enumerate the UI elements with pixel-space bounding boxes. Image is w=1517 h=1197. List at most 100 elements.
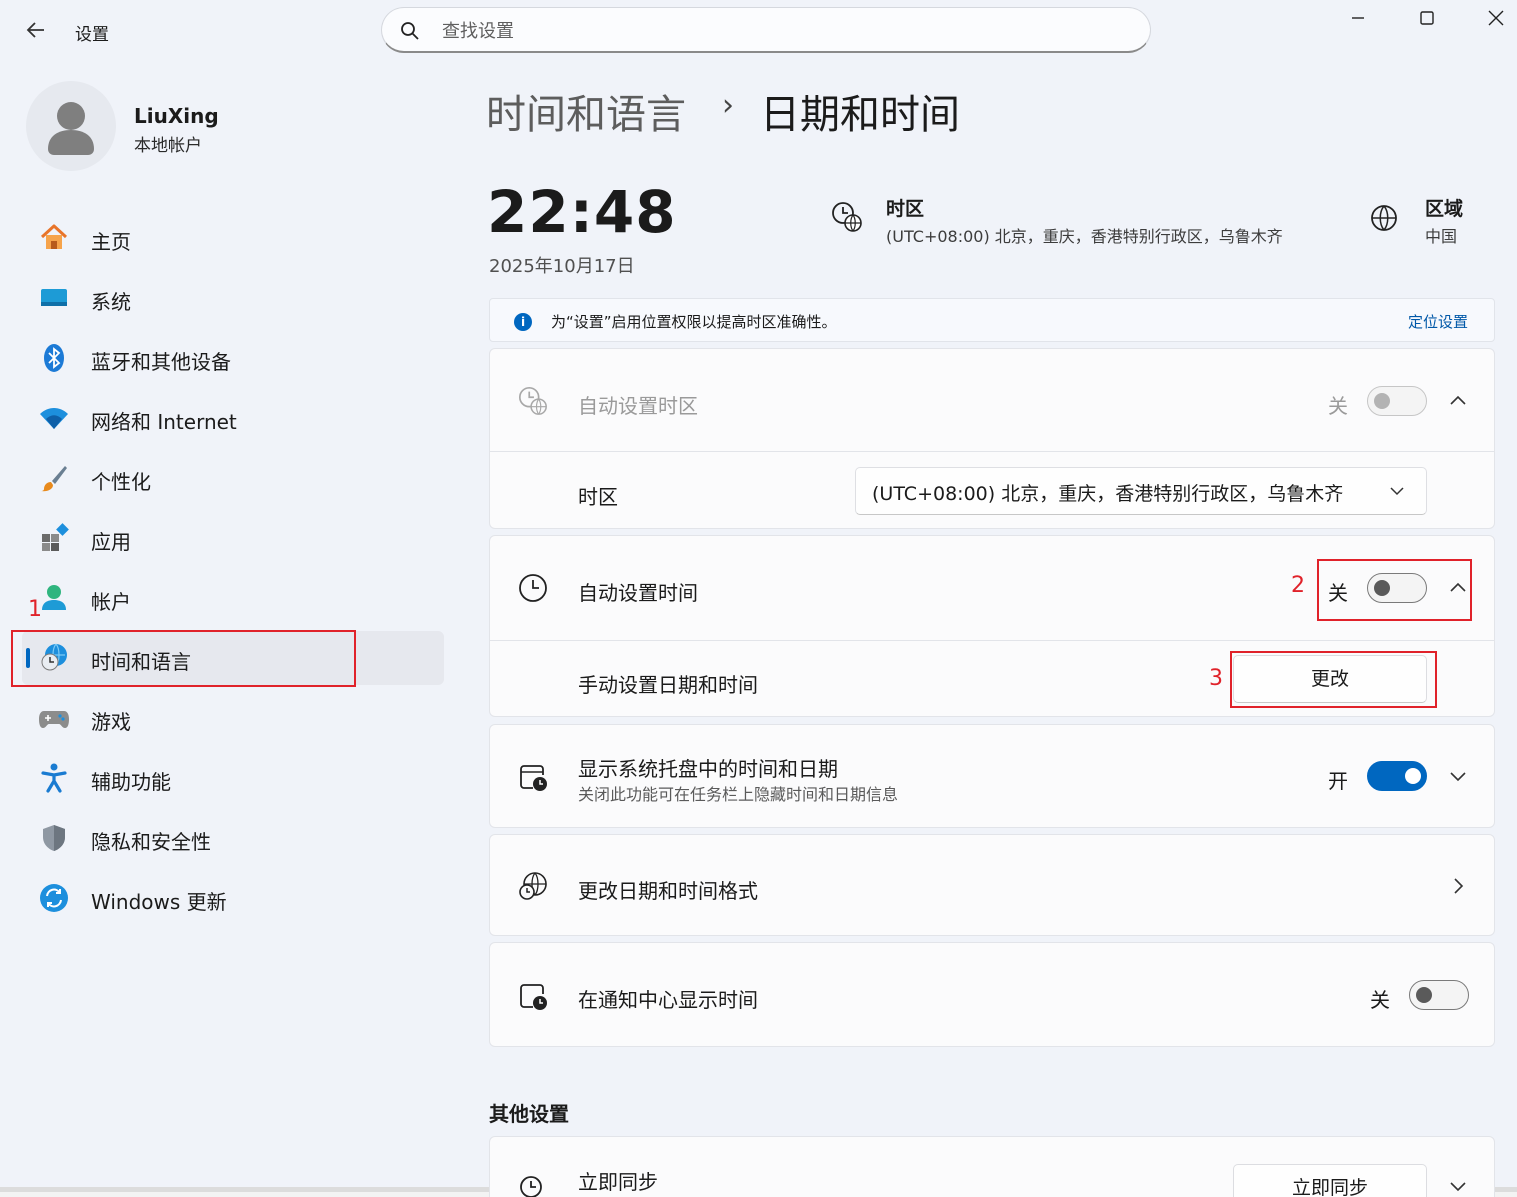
- search-input[interactable]: [442, 18, 1122, 44]
- auto-time-label: 自动设置时间: [578, 581, 698, 605]
- timezone-summary-value: (UTC+08:00) 北京，重庆，香港特别行政区，乌鲁木齐: [886, 227, 1283, 246]
- chevron-down-icon[interactable]: [1447, 1175, 1469, 1197]
- manual-time-label: 手动设置日期和时间: [578, 673, 758, 697]
- auto-timezone-state: 关: [1328, 394, 1348, 418]
- time-format-label: 更改日期和时间格式: [578, 879, 758, 903]
- timezone-icon: [518, 386, 547, 415]
- sidebar-item-privacy[interactable]: 隐私和安全性: [22, 811, 444, 865]
- sidebar-item-label: 蓝牙和其他设备: [91, 350, 231, 374]
- sidebar-item-label: 个性化: [91, 470, 151, 494]
- notification-time-toggle[interactable]: [1409, 980, 1469, 1010]
- back-arrow-icon[interactable]: [22, 16, 50, 44]
- sidebar-item-bluetooth[interactable]: 蓝牙和其他设备: [22, 331, 444, 385]
- page-title: 日期和时间: [760, 92, 960, 138]
- globe-clock-icon: [519, 872, 547, 900]
- title-bar: 设置: [0, 0, 1517, 62]
- chevron-down-icon: [1390, 487, 1404, 496]
- tray-time-sublabel: 关闭此功能可在任务栏上隐藏时间和日期信息: [578, 785, 899, 804]
- sidebar-item-apps[interactable]: 应用: [22, 511, 444, 565]
- annotation-box-1: [11, 630, 356, 687]
- annotation-number-2: 2: [1291, 573, 1305, 598]
- annotation-box-3: [1230, 651, 1437, 708]
- tray-time-toggle[interactable]: [1367, 761, 1427, 791]
- minimize-icon[interactable]: [1346, 6, 1370, 30]
- timezone-summary-title: 时区: [886, 198, 925, 220]
- globe-icon: [1371, 205, 1397, 231]
- bluetooth-icon: [44, 344, 64, 372]
- sidebar-item-label: 游戏: [91, 710, 131, 734]
- close-icon[interactable]: [1484, 6, 1508, 30]
- timezone-icon: [832, 202, 862, 232]
- settings-window: 设置 LiuXing 本地帐户: [0, 0, 1517, 1197]
- sync-card: 立即同步 立即同步: [489, 1136, 1495, 1197]
- info-text: 为“设置”启用位置权限以提高时区准确性。: [551, 313, 837, 331]
- sidebar-item-label: 帐户: [91, 590, 131, 614]
- notification-clock-icon: [520, 984, 547, 1010]
- calendar-clock-icon: [520, 765, 547, 791]
- apps-icon: [42, 523, 69, 551]
- windows-update-icon: [40, 884, 68, 912]
- sidebar-item-home[interactable]: 主页: [22, 211, 444, 265]
- auto-timezone-card: 自动设置时区 关 时区 (UTC+08:00) 北京，重庆，香港特别行政区，乌鲁…: [489, 348, 1495, 529]
- notification-time-state: 关: [1370, 988, 1390, 1012]
- tray-time-label: 显示系统托盘中的时间和日期: [578, 757, 838, 781]
- sidebar-item-system[interactable]: 系统: [22, 271, 444, 325]
- time-format-card[interactable]: 更改日期和时间格式: [489, 834, 1495, 936]
- maximize-icon[interactable]: [1415, 6, 1439, 30]
- sync-clock-icon: [520, 1176, 542, 1197]
- accessibility-icon: [41, 763, 67, 793]
- wifi-icon: [40, 408, 68, 429]
- chevron-up-icon[interactable]: [1447, 390, 1469, 412]
- timezone-dropdown[interactable]: (UTC+08:00) 北京，重庆，香港特别行政区，乌鲁木齐: [855, 467, 1427, 515]
- chevron-down-icon[interactable]: [1447, 765, 1469, 787]
- brush-icon: [41, 466, 67, 492]
- account-icon: [42, 585, 66, 610]
- search-box[interactable]: [381, 7, 1151, 53]
- timezone-label: 时区: [578, 485, 618, 509]
- sidebar-item-label: 主页: [91, 230, 131, 254]
- sidebar-item-label: 网络和 Internet: [91, 410, 237, 434]
- current-date: 2025年10月17日: [489, 256, 635, 277]
- user-avatar-icon: [48, 102, 94, 155]
- sidebar-item-accessibility[interactable]: 辅助功能: [22, 751, 444, 805]
- notification-time-card: 在通知中心显示时间 关: [489, 942, 1495, 1047]
- annotation-number-3: 3: [1209, 666, 1223, 691]
- chevron-right-icon: [1454, 878, 1464, 894]
- sidebar-item-label: 辅助功能: [91, 770, 171, 794]
- search-icon: [401, 22, 419, 40]
- auto-timezone-label: 自动设置时区: [578, 394, 698, 418]
- current-time: 22:48: [487, 178, 677, 246]
- breadcrumb-parent[interactable]: 时间和语言: [486, 82, 686, 140]
- annotation-box-2: [1317, 559, 1472, 621]
- notification-time-label: 在通知中心显示时间: [578, 988, 758, 1012]
- sidebar-item-personalization[interactable]: 个性化: [22, 451, 444, 505]
- region-summary-value: 中国: [1425, 227, 1458, 246]
- system-icon: [41, 289, 67, 306]
- sidebar-item-gaming[interactable]: 游戏: [22, 691, 444, 745]
- info-icon: i: [514, 313, 532, 331]
- sidebar-item-windows-update[interactable]: Windows 更新: [22, 871, 444, 925]
- sidebar-item-label: 隐私和安全性: [91, 830, 211, 854]
- shield-icon: [43, 825, 65, 851]
- avatar[interactable]: [26, 81, 116, 171]
- annotation-number-1: 1: [28, 597, 42, 622]
- auto-timezone-toggle[interactable]: [1367, 386, 1427, 416]
- sync-now-button[interactable]: 立即同步: [1233, 1164, 1427, 1197]
- sidebar-item-label: 应用: [91, 530, 131, 554]
- timezone-dropdown-value: (UTC+08:00) 北京，重庆，香港特别行政区，乌鲁木齐: [872, 483, 1344, 505]
- location-settings-link[interactable]: 定位设置: [1408, 311, 1468, 332]
- sidebar-item-network[interactable]: 网络和 Internet: [22, 391, 444, 445]
- clock-icon: [519, 574, 547, 602]
- gamepad-icon: [39, 711, 69, 728]
- sync-label: 立即同步: [578, 1170, 658, 1194]
- tray-time-card: 显示系统托盘中的时间和日期 关闭此功能可在任务栏上隐藏时间和日期信息 开: [489, 724, 1495, 828]
- sidebar-item-label: 系统: [91, 290, 131, 314]
- sidebar-item-label: Windows 更新: [91, 890, 227, 914]
- profile-name: LiuXing: [134, 104, 219, 128]
- profile-account-type: 本地帐户: [134, 136, 202, 156]
- breadcrumb-separator: ›: [722, 88, 734, 123]
- other-settings-heading: 其他设置: [489, 1102, 569, 1126]
- sidebar-item-accounts[interactable]: 帐户: [22, 571, 444, 625]
- app-title: 设置: [75, 25, 109, 45]
- home-icon: [40, 224, 68, 249]
